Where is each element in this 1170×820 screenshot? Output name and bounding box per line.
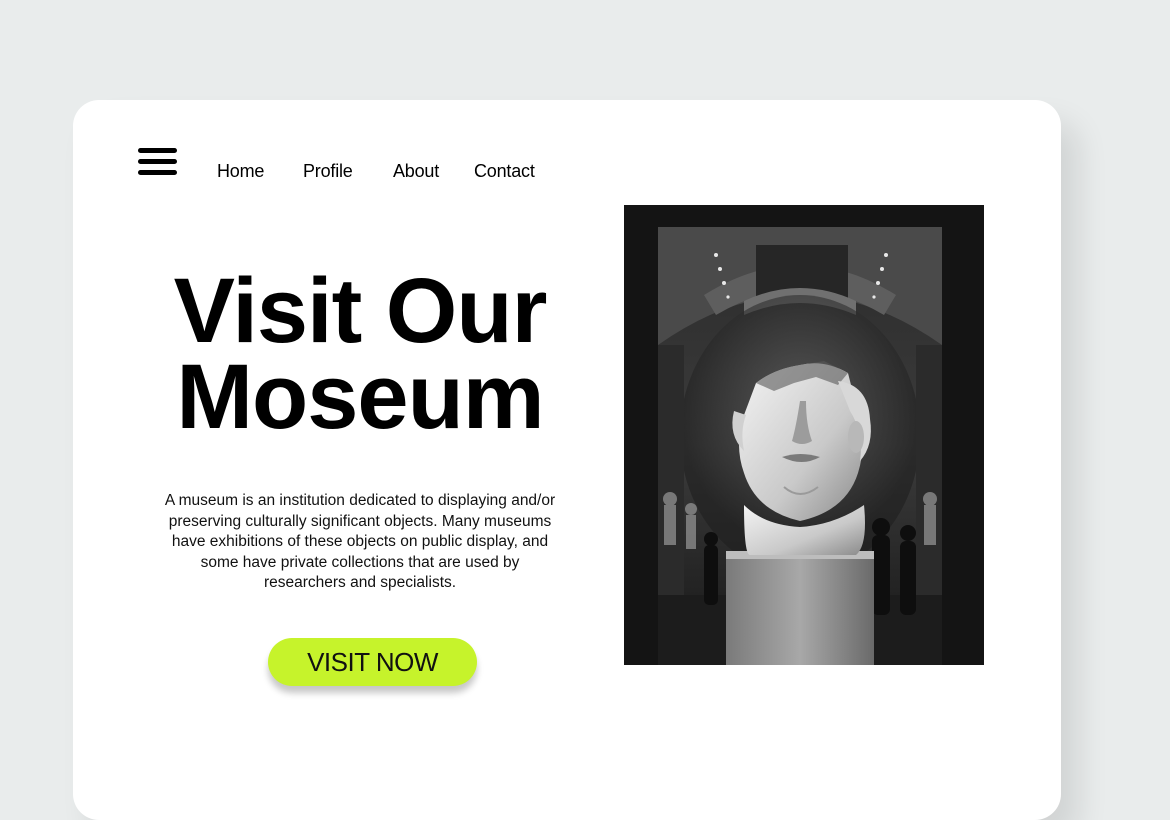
nav-profile-link[interactable]: Profile bbox=[303, 161, 353, 182]
nav-home-link[interactable]: Home bbox=[217, 161, 264, 182]
visit-now-button[interactable]: VISIT NOW bbox=[268, 638, 477, 686]
hamburger-menu-icon[interactable] bbox=[138, 147, 177, 177]
nav-contact-link[interactable]: Contact bbox=[474, 161, 535, 182]
hero-title-line2: Moseum bbox=[176, 346, 544, 448]
hero-title: Visit Our Moseum bbox=[133, 265, 587, 443]
museum-sculpture-photo bbox=[624, 205, 984, 665]
nav-about-link[interactable]: About bbox=[393, 161, 439, 182]
landing-card: Home Profile About Contact Visit Our Mos… bbox=[73, 100, 1061, 820]
hero-description: A museum is an institution dedicated to … bbox=[164, 492, 556, 591]
